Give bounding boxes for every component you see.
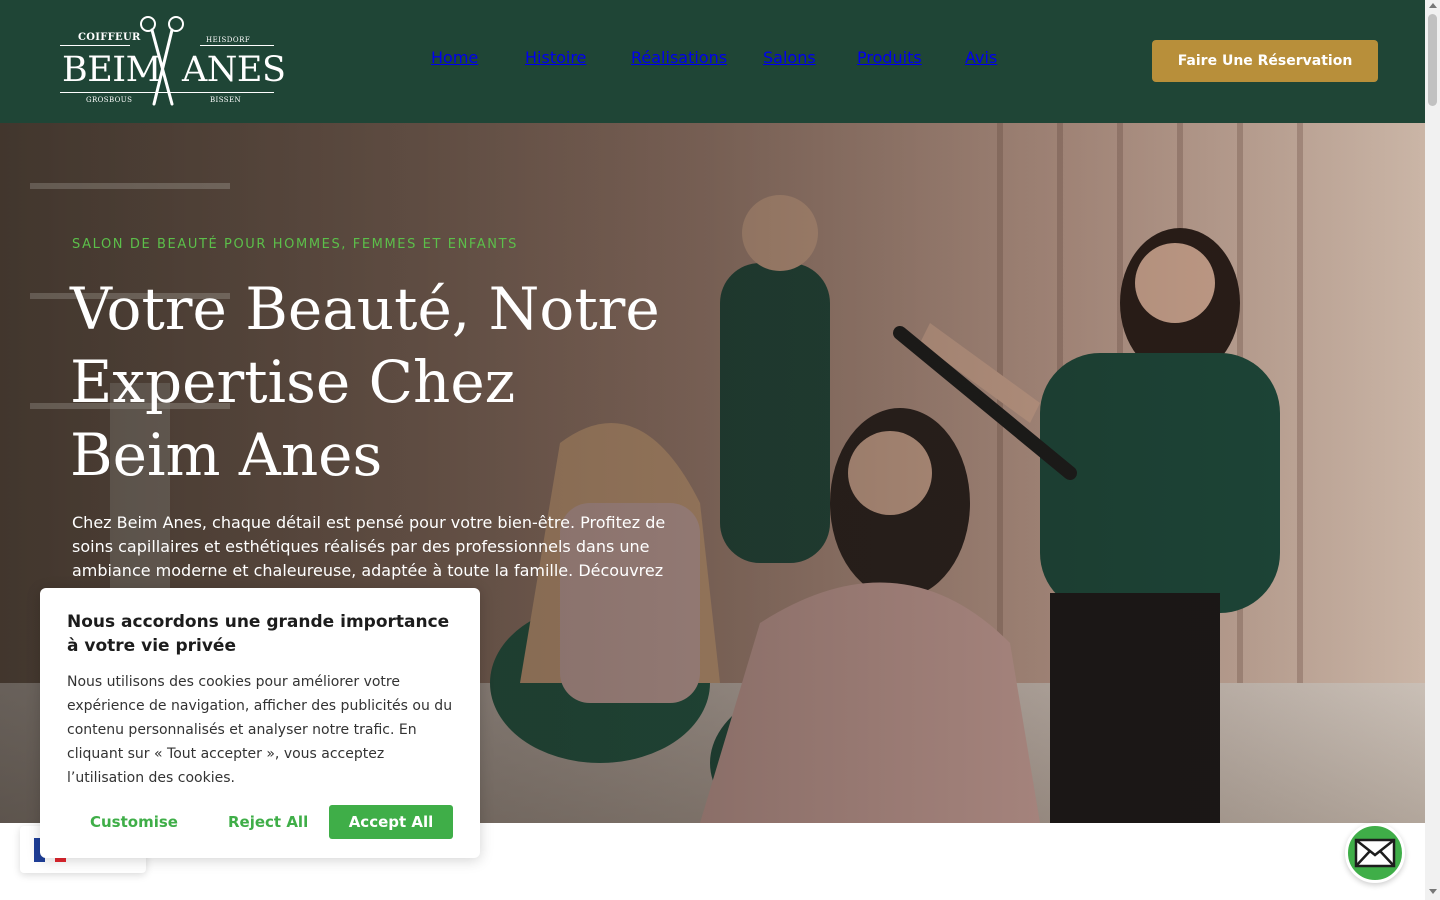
site-header: COIFFEUR HEISDORF BEIM ANES GROSBOUS BIS… <box>0 0 1425 123</box>
nav-salons[interactable]: Salons <box>763 48 816 67</box>
reject-all-button[interactable]: Reject All <box>228 805 308 839</box>
nav-home[interactable]: Home <box>431 48 478 67</box>
cookie-body: Nous utilisons des cookies pour améliore… <box>67 674 453 786</box>
site-logo[interactable]: COIFFEUR HEISDORF BEIM ANES GROSBOUS BIS… <box>60 12 286 108</box>
accept-all-button[interactable]: Accept All <box>329 805 453 839</box>
nav-avis[interactable]: Avis <box>965 48 997 67</box>
scroll-down-arrow-icon[interactable] <box>1429 889 1437 894</box>
logo-grosbous-text: GROSBOUS <box>86 96 133 104</box>
nav-produits[interactable]: Produits <box>857 48 922 67</box>
reservation-button[interactable]: Faire Une Réservation <box>1152 40 1378 82</box>
envelope-icon <box>1354 838 1396 868</box>
cookie-title: Nous accordons une grande importance à v… <box>67 612 450 656</box>
logo-bissen-text: BISSEN <box>210 96 242 104</box>
scrollbar-thumb[interactable] <box>1428 14 1437 106</box>
logo-rule <box>60 45 130 46</box>
nav-realisations[interactable]: Réalisations <box>631 48 727 67</box>
page-scrollbar[interactable] <box>1425 0 1440 900</box>
contact-mail-button[interactable] <box>1345 823 1405 883</box>
customise-button[interactable]: Customise <box>90 805 178 839</box>
hero-headline: Votre Beauté, Notre Expertise Chez Beim … <box>70 275 660 489</box>
scissors-icon <box>140 16 184 106</box>
nav-histoire[interactable]: Histoire <box>525 48 586 67</box>
scroll-up-arrow-icon[interactable] <box>1429 3 1437 8</box>
logo-rule <box>200 45 274 46</box>
logo-heisdorf-text: HEISDORF <box>206 36 251 44</box>
cookie-banner: Nous accordons une grande importance à v… <box>40 588 480 858</box>
logo-rule <box>60 92 274 93</box>
logo-word-right: ANES <box>182 50 286 90</box>
hero-eyebrow: SALON DE BEAUTÉ POUR HOMMES, FEMMES ET E… <box>72 237 519 252</box>
cookie-actions: Customise Reject All Accept All <box>67 805 453 839</box>
hero-intro: Chez Beim Anes, chaque détail est pensé … <box>72 513 666 580</box>
